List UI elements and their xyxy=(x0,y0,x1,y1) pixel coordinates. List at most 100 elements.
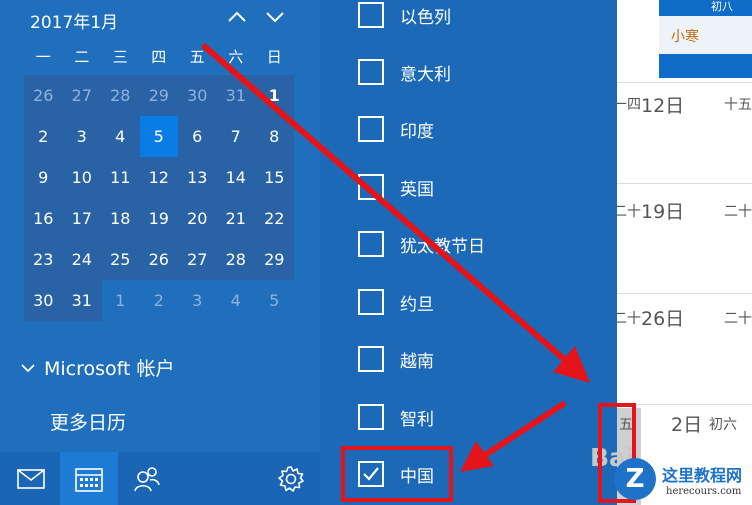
day-cell[interactable]: 30 xyxy=(178,75,217,116)
weekday-header: 一 二 三 四 五 六 日 xyxy=(24,46,294,67)
holiday-label: 英国 xyxy=(400,179,434,200)
day-cell[interactable]: 4 xyxy=(217,280,256,321)
month-title[interactable]: 2017年1月 xyxy=(30,8,118,33)
day-cell[interactable]: 10 xyxy=(63,157,102,198)
day-cell[interactable]: 7 xyxy=(217,116,256,157)
holiday-item-india[interactable]: 印度 xyxy=(358,114,434,144)
day-cell[interactable]: 31 xyxy=(217,75,256,116)
week-divider xyxy=(617,82,752,83)
day-cell[interactable]: 24 xyxy=(63,239,102,280)
day-cell[interactable]: 14 xyxy=(217,157,256,198)
holiday-label: 越南 xyxy=(400,351,434,372)
settings-button[interactable] xyxy=(262,452,320,505)
checkbox[interactable] xyxy=(358,2,384,28)
day-cell[interactable]: 16 xyxy=(24,198,63,239)
holiday-item-uk[interactable]: 英国 xyxy=(358,172,434,202)
holiday-item-vietnam[interactable]: 越南 xyxy=(358,344,434,374)
holiday-item-jewish[interactable]: 犹太教节日 xyxy=(358,229,485,259)
date-number[interactable]: 2日 xyxy=(671,410,702,437)
day-cell[interactable]: 13 xyxy=(178,157,217,198)
holiday-item-italy[interactable]: 意大利 xyxy=(358,57,451,87)
day-cell[interactable]: 26 xyxy=(24,75,63,116)
day-cell[interactable]: 27 xyxy=(63,75,102,116)
day-cell[interactable]: 6 xyxy=(178,116,217,157)
holiday-item-jordan[interactable]: 约旦 xyxy=(358,287,434,317)
checkbox[interactable] xyxy=(358,289,384,315)
day-cell[interactable]: 2 xyxy=(24,116,63,157)
weekday-label: 四 xyxy=(151,48,167,66)
day-cell[interactable]: 4 xyxy=(101,116,140,157)
day-cell[interactable]: 2 xyxy=(140,280,179,321)
calendar-nav-pane: 2017年1月 一 二 三 四 五 六 日 26 27 28 29 30 31 … xyxy=(0,0,320,505)
day-cell[interactable]: 27 xyxy=(178,239,217,280)
day-cell[interactable]: 8 xyxy=(255,116,294,157)
day-cell[interactable]: 15 xyxy=(255,157,294,198)
day-cell[interactable]: 17 xyxy=(63,198,102,239)
lunar-right: 二十 xyxy=(724,311,752,327)
selected-strip xyxy=(659,54,752,78)
day-cell-today[interactable]: 5 xyxy=(139,116,178,157)
bottom-toolbar xyxy=(0,452,320,505)
day-cell[interactable]: 26 xyxy=(140,239,179,280)
checkbox[interactable] xyxy=(358,346,384,372)
day-cell[interactable]: 28 xyxy=(101,75,140,116)
chevron-down-icon xyxy=(21,363,35,372)
weekday-label: 一 xyxy=(35,48,51,66)
chevron-down-icon xyxy=(266,12,284,23)
weekday-label: 五 xyxy=(189,48,205,66)
gear-icon xyxy=(278,465,304,492)
chevron-up-icon xyxy=(228,11,246,22)
day-cell[interactable]: 1 xyxy=(255,75,294,116)
day-cell[interactable]: 18 xyxy=(101,198,140,239)
day-cell[interactable]: 28 xyxy=(217,239,256,280)
holiday-label: 约旦 xyxy=(400,294,434,315)
lunar-right: 十五 xyxy=(724,97,752,113)
checkbox[interactable] xyxy=(358,231,384,257)
day-cell[interactable]: 3 xyxy=(178,280,217,321)
day-cell[interactable]: 11 xyxy=(101,157,140,198)
day-cell[interactable]: 20 xyxy=(178,198,217,239)
week-divider xyxy=(617,404,752,405)
date-number[interactable]: 12日 xyxy=(641,91,684,118)
day-cell[interactable]: 21 xyxy=(217,198,256,239)
day-cell[interactable]: 30 xyxy=(24,280,63,321)
weekday-label: 日 xyxy=(266,48,282,66)
holiday-label: 印度 xyxy=(400,121,434,142)
day-cell[interactable]: 5 xyxy=(255,280,294,321)
day-cell[interactable]: 29 xyxy=(255,239,294,280)
more-calendars-link[interactable]: 更多日历 xyxy=(50,408,126,435)
day-cell[interactable]: 25 xyxy=(101,239,140,280)
day-cell[interactable]: 9 xyxy=(24,157,63,198)
day-cell[interactable]: 29 xyxy=(140,75,179,116)
weekday-label: 六 xyxy=(228,48,244,66)
lunar-right: 二十 xyxy=(724,204,752,220)
day-cell[interactable]: 3 xyxy=(63,116,102,157)
people-button[interactable] xyxy=(118,452,176,505)
watermark-logo: Z xyxy=(614,458,656,500)
calendar-button[interactable] xyxy=(60,452,118,505)
checkbox[interactable] xyxy=(358,404,384,430)
weekday-label: 二 xyxy=(74,48,90,66)
day-cell[interactable]: 19 xyxy=(140,198,179,239)
checkbox[interactable] xyxy=(358,174,384,200)
next-month-button[interactable] xyxy=(264,6,286,33)
account-expander[interactable]: Microsoft 帐户 xyxy=(20,354,175,381)
watermark-site-name: 这里教程网 xyxy=(662,466,743,485)
previous-month-button[interactable] xyxy=(226,6,248,33)
day-cell[interactable]: 23 xyxy=(24,239,63,280)
checkbox[interactable] xyxy=(358,59,384,85)
mail-icon xyxy=(17,468,45,489)
annotation-highlight-box xyxy=(341,446,453,502)
day-cell[interactable]: 1 xyxy=(101,280,140,321)
day-cell[interactable]: 31 xyxy=(63,280,102,321)
checkbox[interactable] xyxy=(358,116,384,142)
watermark-site-url: herecours.com xyxy=(666,486,742,497)
date-number[interactable]: 19日 xyxy=(641,197,684,224)
date-number[interactable]: 26日 xyxy=(641,304,684,331)
holiday-item-chile[interactable]: 智利 xyxy=(358,402,434,432)
day-cell[interactable]: 12 xyxy=(140,157,179,198)
day-cell[interactable]: 22 xyxy=(255,198,294,239)
holiday-item-israel[interactable]: 以色列 xyxy=(358,0,451,30)
event-label: 小寒 xyxy=(671,29,699,45)
mail-button[interactable] xyxy=(2,452,60,505)
